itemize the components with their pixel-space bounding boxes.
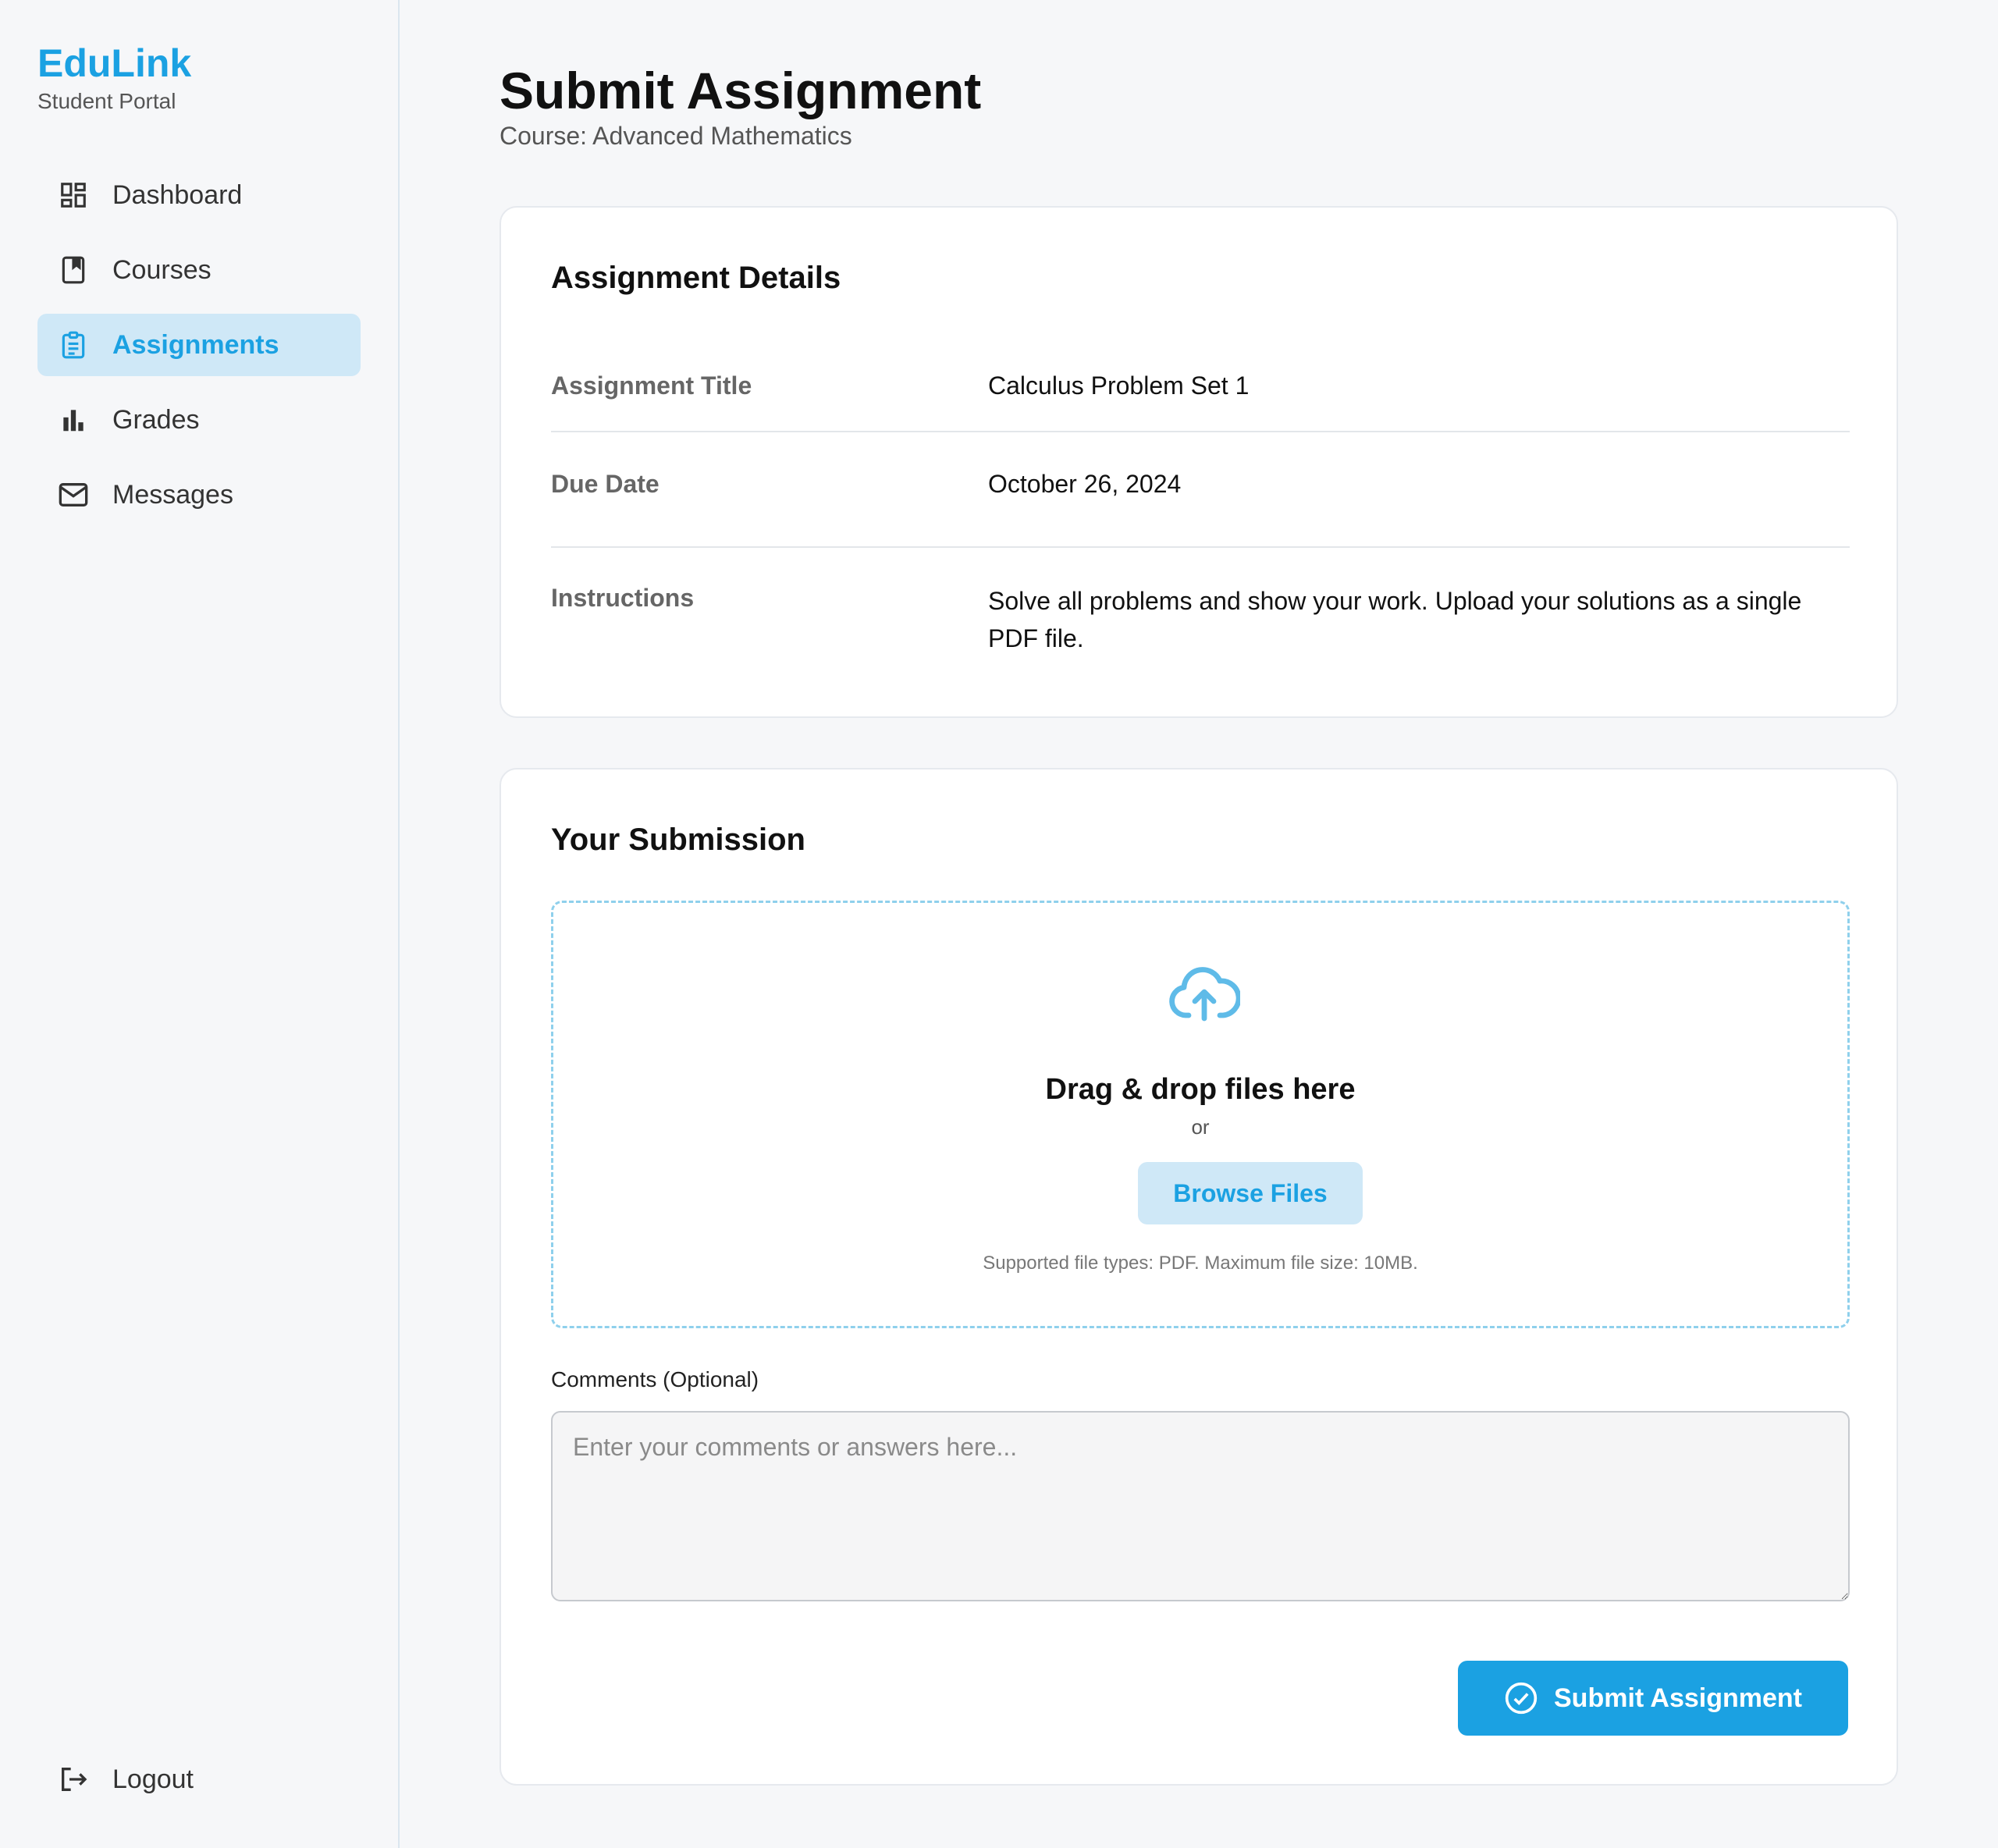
sidebar-item-label: Grades xyxy=(112,404,200,435)
card-title: Assignment Details xyxy=(551,261,841,295)
sidebar-item-label: Dashboard xyxy=(112,179,243,210)
sidebar-item-messages[interactable]: Messages xyxy=(37,464,361,526)
logout-label: Logout xyxy=(112,1764,194,1794)
comments-field[interactable] xyxy=(551,1411,1850,1601)
assignment-details-card: Assignment Details Assignment Title Calc… xyxy=(500,206,1898,718)
detail-row-due-date: Due Date October 26, 2024 xyxy=(551,434,1850,548)
comments-label: Comments (Optional) xyxy=(551,1367,759,1391)
submission-card: Your Submission Drag & drop files here o… xyxy=(500,768,1898,1786)
sidebar-item-grades[interactable]: Grades xyxy=(37,389,361,451)
check-circle-icon xyxy=(1504,1681,1538,1715)
detail-row-title: Assignment Title Calculus Problem Set 1 xyxy=(551,345,1850,432)
sidebar-item-assignments[interactable]: Assignments xyxy=(37,314,361,376)
detail-value: October 26, 2024 xyxy=(988,470,1182,498)
logout-icon xyxy=(58,1764,89,1795)
brand-subtitle: Student Portal xyxy=(37,89,176,113)
bar-chart-icon xyxy=(58,404,89,435)
clipboard-icon xyxy=(58,329,89,361)
sidebar-item-label: Courses xyxy=(112,254,212,285)
sidebar-item-dashboard[interactable]: Dashboard xyxy=(37,164,361,226)
sidebar-nav: Dashboard Courses Assignments Grades Mes… xyxy=(37,164,361,538)
sidebar-item-label: Messages xyxy=(112,479,233,510)
sidebar-item-courses[interactable]: Courses xyxy=(37,239,361,301)
course-subtitle: Course: Advanced Mathematics xyxy=(500,122,852,150)
detail-label: Instructions xyxy=(551,584,695,612)
detail-value: Solve all problems and show your work. U… xyxy=(988,587,1802,652)
cloud-upload-icon xyxy=(1168,962,1242,1022)
mail-icon xyxy=(58,479,89,510)
file-dropzone[interactable]: Drag & drop files here or Browse Files S… xyxy=(551,901,1850,1328)
dropzone-note: Supported file types: PDF. Maximum file … xyxy=(983,1253,1418,1274)
sidebar: EduLink Student Portal Dashboard Courses xyxy=(0,0,400,1848)
detail-value: Calculus Problem Set 1 xyxy=(988,371,1250,400)
submit-assignment-button[interactable]: Submit Assignment xyxy=(1458,1661,1848,1736)
logout-button[interactable]: Logout xyxy=(37,1748,361,1811)
detail-label: Due Date xyxy=(551,470,659,498)
book-icon xyxy=(58,254,89,286)
brand-logo[interactable]: EduLink xyxy=(37,41,191,86)
submit-label: Submit Assignment xyxy=(1554,1683,1802,1713)
dropzone-title: Drag & drop files here xyxy=(1045,1073,1356,1106)
card-title: Your Submission xyxy=(551,823,805,857)
sidebar-item-label: Assignments xyxy=(112,329,279,360)
browse-files-button[interactable]: Browse Files xyxy=(1138,1162,1363,1224)
dropzone-or: or xyxy=(1191,1115,1210,1139)
dashboard-icon xyxy=(58,179,89,211)
detail-row-instructions: Instructions Solve all problems and show… xyxy=(551,549,1850,705)
page-title: Submit Assignment xyxy=(500,62,982,119)
detail-label: Assignment Title xyxy=(551,371,752,400)
